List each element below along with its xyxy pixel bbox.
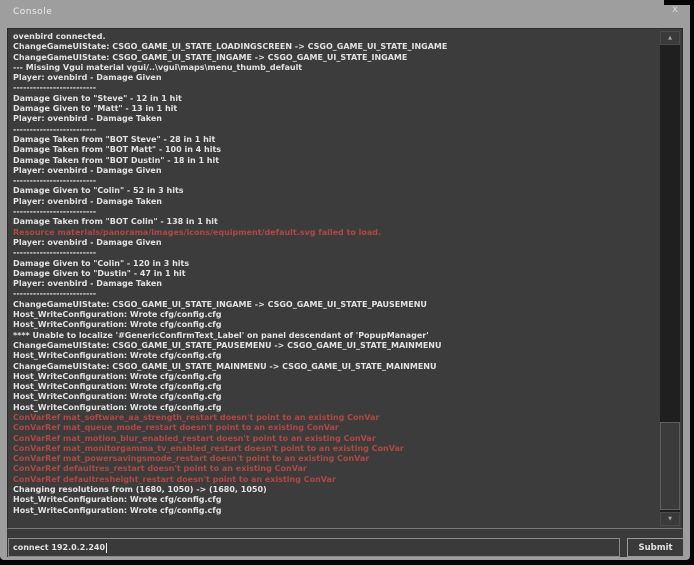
console-line: ChangeGameUIState: CSGO_GAME_UI_STATE_IN… <box>13 53 656 63</box>
scrollbar-track[interactable]: ▲ ▼ <box>660 31 680 526</box>
console-line: ChangeGameUIState: CSGO_GAME_UI_STATE_IN… <box>13 300 656 310</box>
scrollbar-thumb[interactable] <box>660 422 680 510</box>
console-window: Console x ovenbird connected.ChangeGameU… <box>0 0 690 560</box>
command-input[interactable]: connect 192.0.2.240 <box>8 538 620 557</box>
console-line: Damage Given to "Dustin" - 47 in 1 hit <box>13 269 656 279</box>
title-bar[interactable]: Console x <box>0 0 690 28</box>
console-line: Player: ovenbird - Damage Taken <box>13 197 656 207</box>
arrow-up-icon: ▲ <box>668 35 672 41</box>
arrow-down-icon: ▼ <box>668 516 672 522</box>
console-line: Host_WriteConfiguration: Wrote cfg/confi… <box>13 351 656 361</box>
scrollbar-down-button[interactable]: ▼ <box>660 512 680 526</box>
corner-notch <box>664 0 694 5</box>
console-line: ovenbird connected. <box>13 32 656 42</box>
console-line: ConVarRef mat_queue_mode_restart doesn't… <box>13 423 656 433</box>
console-line: ------------------------- <box>13 207 656 217</box>
console-line: Damage Taken from "BOT Dustin" - 18 in 1… <box>13 156 656 166</box>
window-title: Console <box>13 7 52 17</box>
console-line: Player: ovenbird - Damage Given <box>13 73 656 83</box>
console-line: Player: ovenbird - Damage Taken <box>13 279 656 289</box>
text-caret <box>106 543 107 553</box>
console-line: ------------------------- <box>13 83 656 93</box>
console-line: ------------------------- <box>13 248 656 258</box>
console-line: ChangeGameUIState: CSGO_GAME_UI_STATE_MA… <box>13 362 656 372</box>
console-line: Damage Given to "Matt" - 13 in 1 hit <box>13 104 656 114</box>
console-line: ConVarRef defaultresheight_restart doesn… <box>13 475 656 485</box>
console-line: ConVarRef mat_motion_blur_enabled_restar… <box>13 434 656 444</box>
console-line: **** Unable to localize '#GenericConfirm… <box>13 331 656 341</box>
console-line: ------------------------- <box>13 176 656 186</box>
console-line: Damage Taken from "BOT Colin" - 138 in 1… <box>13 217 656 227</box>
console-line: Host_WriteConfiguration: Wrote cfg/confi… <box>13 320 656 330</box>
console-line: Damage Given to "Colin" - 120 in 3 hits <box>13 259 656 269</box>
console-line: Damage Given to "Colin" - 52 in 3 hits <box>13 186 656 196</box>
console-line: Host_WriteConfiguration: Wrote cfg/confi… <box>13 506 656 516</box>
console-line: ------------------------- <box>13 289 656 299</box>
close-icon[interactable]: x <box>672 4 678 16</box>
console-line: Damage Given to "Steve" - 12 in 1 hit <box>13 94 656 104</box>
console-line: Player: ovenbird - Damage Taken <box>13 114 656 124</box>
console-line: Damage Taken from "BOT Matt" - 100 in 4 … <box>13 145 656 155</box>
submit-button[interactable]: Submit <box>627 538 684 557</box>
console-output-panel: ovenbird connected.ChangeGameUIState: CS… <box>7 28 683 529</box>
console-line: ConVarRef mat_monitorgamma_tv_enabled_re… <box>13 444 656 454</box>
console-line: --- Missing Vgui material vgui/..\vgui\m… <box>13 63 656 73</box>
submit-button-label: Submit <box>638 543 672 553</box>
console-line: ChangeGameUIState: CSGO_GAME_UI_STATE_PA… <box>13 341 656 351</box>
console-line: ConVarRef defaultres_restart doesn't poi… <box>13 464 656 474</box>
scrollbar-up-button[interactable]: ▲ <box>660 31 680 45</box>
console-line: Resource materials/panorama/images/icons… <box>13 228 656 238</box>
console-line: Host_WriteConfiguration: Wrote cfg/confi… <box>13 403 656 413</box>
console-line: ConVarRef mat_powersavingsmode_restart d… <box>13 454 656 464</box>
console-line: Player: ovenbird - Damage Given <box>13 166 656 176</box>
console-line: Host_WriteConfiguration: Wrote cfg/confi… <box>13 382 656 392</box>
command-input-value: connect 192.0.2.240 <box>13 543 105 552</box>
console-line: ChangeGameUIState: CSGO_GAME_UI_STATE_LO… <box>13 42 656 52</box>
console-line: Changing resolutions from (1680, 1050) -… <box>13 485 656 495</box>
console-line: Host_WriteConfiguration: Wrote cfg/confi… <box>13 372 656 382</box>
console-line: Host_WriteConfiguration: Wrote cfg/confi… <box>13 310 656 320</box>
console-line: ------------------------- <box>13 125 656 135</box>
console-line: Damage Taken from "BOT Steve" - 28 in 1 … <box>13 135 656 145</box>
console-line: Host_WriteConfiguration: Wrote cfg/confi… <box>13 392 656 402</box>
console-line: Host_WriteConfiguration: Wrote cfg/confi… <box>13 495 656 505</box>
console-line: ConVarRef mat_software_aa_strength_resta… <box>13 413 656 423</box>
console-line: Player: ovenbird - Damage Given <box>13 238 656 248</box>
console-output: ovenbird connected.ChangeGameUIState: CS… <box>13 32 656 528</box>
